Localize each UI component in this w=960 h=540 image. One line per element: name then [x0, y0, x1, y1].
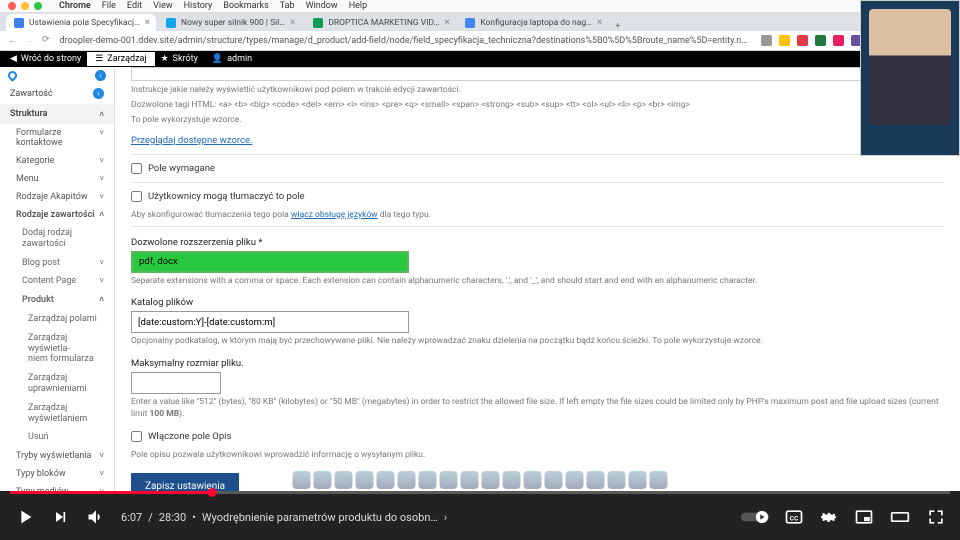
sidebar-item[interactable]: Zawartość› [0, 83, 114, 104]
menu-item[interactable]: Window [306, 1, 338, 11]
sidebar-item[interactable]: Content Page˅ [0, 272, 114, 291]
enable-languages-link[interactable]: włącz obsługę języków [291, 210, 378, 220]
menu-item[interactable]: Edit [127, 1, 142, 11]
menu-item[interactable]: Bookmarks [223, 1, 268, 11]
help-text: Instrukcje jakie należy wyświetlić użytk… [131, 85, 944, 97]
browser-tab[interactable]: Konfiguracja laptopa do nag…× [457, 14, 607, 31]
address-bar[interactable]: droopler-demo-001.ddev.site/admin/struct… [60, 36, 751, 46]
miniplayer-button[interactable] [854, 507, 874, 527]
sidebar-item[interactable]: Dodaj rodzaj zawartości [0, 224, 114, 254]
chapter-title[interactable]: Wyodrębnienie parametrów produktu do oso… [202, 511, 438, 524]
sidebar-item[interactable]: Tryby wyświetlania˅ [0, 447, 114, 465]
next-button[interactable] [51, 507, 71, 527]
browse-patterns-link[interactable]: Przeglądaj dostępne wzorce. [131, 135, 253, 146]
save-button[interactable]: Zapisz ustawienia [131, 473, 239, 491]
menu-item[interactable]: Help [349, 1, 367, 11]
menu-item[interactable]: View [153, 1, 172, 11]
browser-tab[interactable]: Nowy super silnik 900 | Sil…× [158, 14, 303, 31]
sidebar-item[interactable]: Usuń [0, 428, 114, 447]
directory-input[interactable] [131, 311, 409, 333]
admin-toolbar: ◀ Wróć do strony ☰ Zarządzaj ★ Skróty 👤 … [0, 51, 960, 67]
manage-toggle[interactable]: ☰ Zarządzaj [87, 52, 154, 66]
macos-menubar: Chrome File Edit View History Bookmarks … [0, 0, 960, 13]
window-controls[interactable] [8, 2, 42, 10]
sidebar-item-content-types[interactable]: Rodzaje zawartości˄ [0, 206, 114, 224]
required-label: Pole wymagane [148, 163, 215, 174]
forward-icon: → [25, 35, 34, 46]
sidebar-item[interactable]: Kategorie˅ [0, 152, 114, 170]
description-checkbox[interactable] [131, 431, 142, 442]
youtube-watermark-icon[interactable] [914, 430, 940, 456]
browser-tabs: Ustawienia pola Specyfikacj…× Nowy super… [0, 13, 960, 31]
collapse-icon[interactable]: ‹ [95, 70, 106, 81]
back-icon[interactable]: ← [8, 35, 17, 46]
help-text: Pole opisu pozwala użytkownikowi wprowad… [131, 450, 944, 462]
admin-sidebar: ‹ Zawartość› Struktura˄ Formularze konta… [0, 67, 115, 491]
help-text: Opcjonalny podkatalog, w którym mają być… [131, 336, 944, 348]
help-text: To pole wykorzystuje wzorce. [131, 115, 944, 127]
extensions-input[interactable] [131, 251, 409, 273]
translatable-label: Użytkownicy mogą tłumaczyć to pole [148, 191, 305, 202]
help-textarea[interactable] [131, 67, 944, 81]
autoplay-toggle[interactable] [741, 509, 769, 525]
sidebar-item[interactable]: Rodzaje Akapitów˅ [0, 188, 114, 206]
translatable-checkbox[interactable] [131, 191, 142, 202]
fullscreen-button[interactable] [926, 507, 946, 527]
help-text: Dozwolone tagi HTML: <a> <b> <big> <code… [131, 100, 944, 112]
video-player-controls: 6:07 / 28:30 • Wyodrębnienie parametrów … [0, 491, 960, 540]
field-settings-form: Instrukcje jakie należy wyświetlić użytk… [115, 67, 960, 491]
sidebar-item[interactable]: Typy bloków˅ [0, 465, 114, 483]
maxsize-label: Maksymalny rozmiar pliku. [131, 358, 944, 369]
sidebar-item[interactable]: Blog post˅ [0, 254, 114, 273]
sidebar-item-structure[interactable]: Struktura˄ [0, 104, 114, 124]
sidebar-item[interactable]: Zarządzaj wyświetla- niem formularza [0, 329, 114, 369]
sidebar-item[interactable]: Zarządzaj wyświetlaniem [0, 399, 114, 429]
settings-button[interactable] [819, 507, 839, 527]
required-checkbox[interactable] [131, 163, 142, 174]
drupal-icon [6, 69, 19, 82]
volume-button[interactable] [86, 507, 106, 527]
sidebar-item[interactable]: Menu˅ [0, 170, 114, 188]
menu-item[interactable]: Tab [280, 1, 295, 11]
extensions-label: Dozwolone rozszerzenia pliku * [131, 237, 944, 248]
svg-text:CC: CC [790, 514, 799, 522]
user-menu[interactable]: 👤 admin [212, 54, 252, 64]
progress-bar[interactable] [10, 491, 950, 494]
sidebar-item[interactable]: Zarządzaj polami [0, 310, 114, 329]
back-to-site[interactable]: ◀ Wróć do strony [10, 54, 81, 64]
help-text: Enter a value like "512" (bytes), "80 KB… [131, 397, 944, 421]
sidebar-item[interactable]: Typy mediów˅ [0, 483, 114, 491]
shortcuts[interactable]: ★ Skróty [161, 54, 198, 64]
browser-toolbar: ← → ⟳ droopler-demo-001.ddev.site/admin/… [0, 31, 960, 51]
captions-button[interactable]: CC [784, 507, 804, 527]
sidebar-item[interactable]: Zarządzaj uprawnieniami [0, 369, 114, 399]
browser-tab[interactable]: DROPTICA MARKETING VID…× [305, 14, 455, 31]
maxsize-input[interactable] [131, 372, 221, 394]
time-display: 6:07 / 28:30 • Wyodrębnienie parametrów … [121, 511, 447, 524]
menu-item[interactable]: History [184, 1, 213, 11]
menu-item[interactable]: File [102, 1, 116, 11]
description-label: Włączone pole Opis [148, 431, 231, 442]
browser-tab[interactable]: Ustawienia pola Specyfikacj…× [6, 14, 156, 31]
reload-icon[interactable]: ⟳ [42, 35, 50, 46]
play-button[interactable] [14, 506, 36, 528]
new-tab-button[interactable]: + [609, 21, 626, 31]
chevron-right-icon[interactable]: › [444, 511, 447, 524]
close-icon[interactable]: × [145, 17, 150, 28]
sidebar-item-product[interactable]: Produkt˄ [0, 291, 114, 310]
webcam-overlay [860, 0, 960, 156]
help-text: Separate extensions with a comma or spac… [131, 276, 944, 288]
directory-label: Katalog plików [131, 297, 944, 308]
sidebar-item[interactable]: Formularze kontaktowe˅ [0, 124, 114, 152]
help-text: Aby skonfigurować tłumaczenia tego pola … [131, 210, 944, 222]
theater-button[interactable] [889, 507, 911, 527]
menu-item[interactable]: Chrome [59, 1, 91, 11]
